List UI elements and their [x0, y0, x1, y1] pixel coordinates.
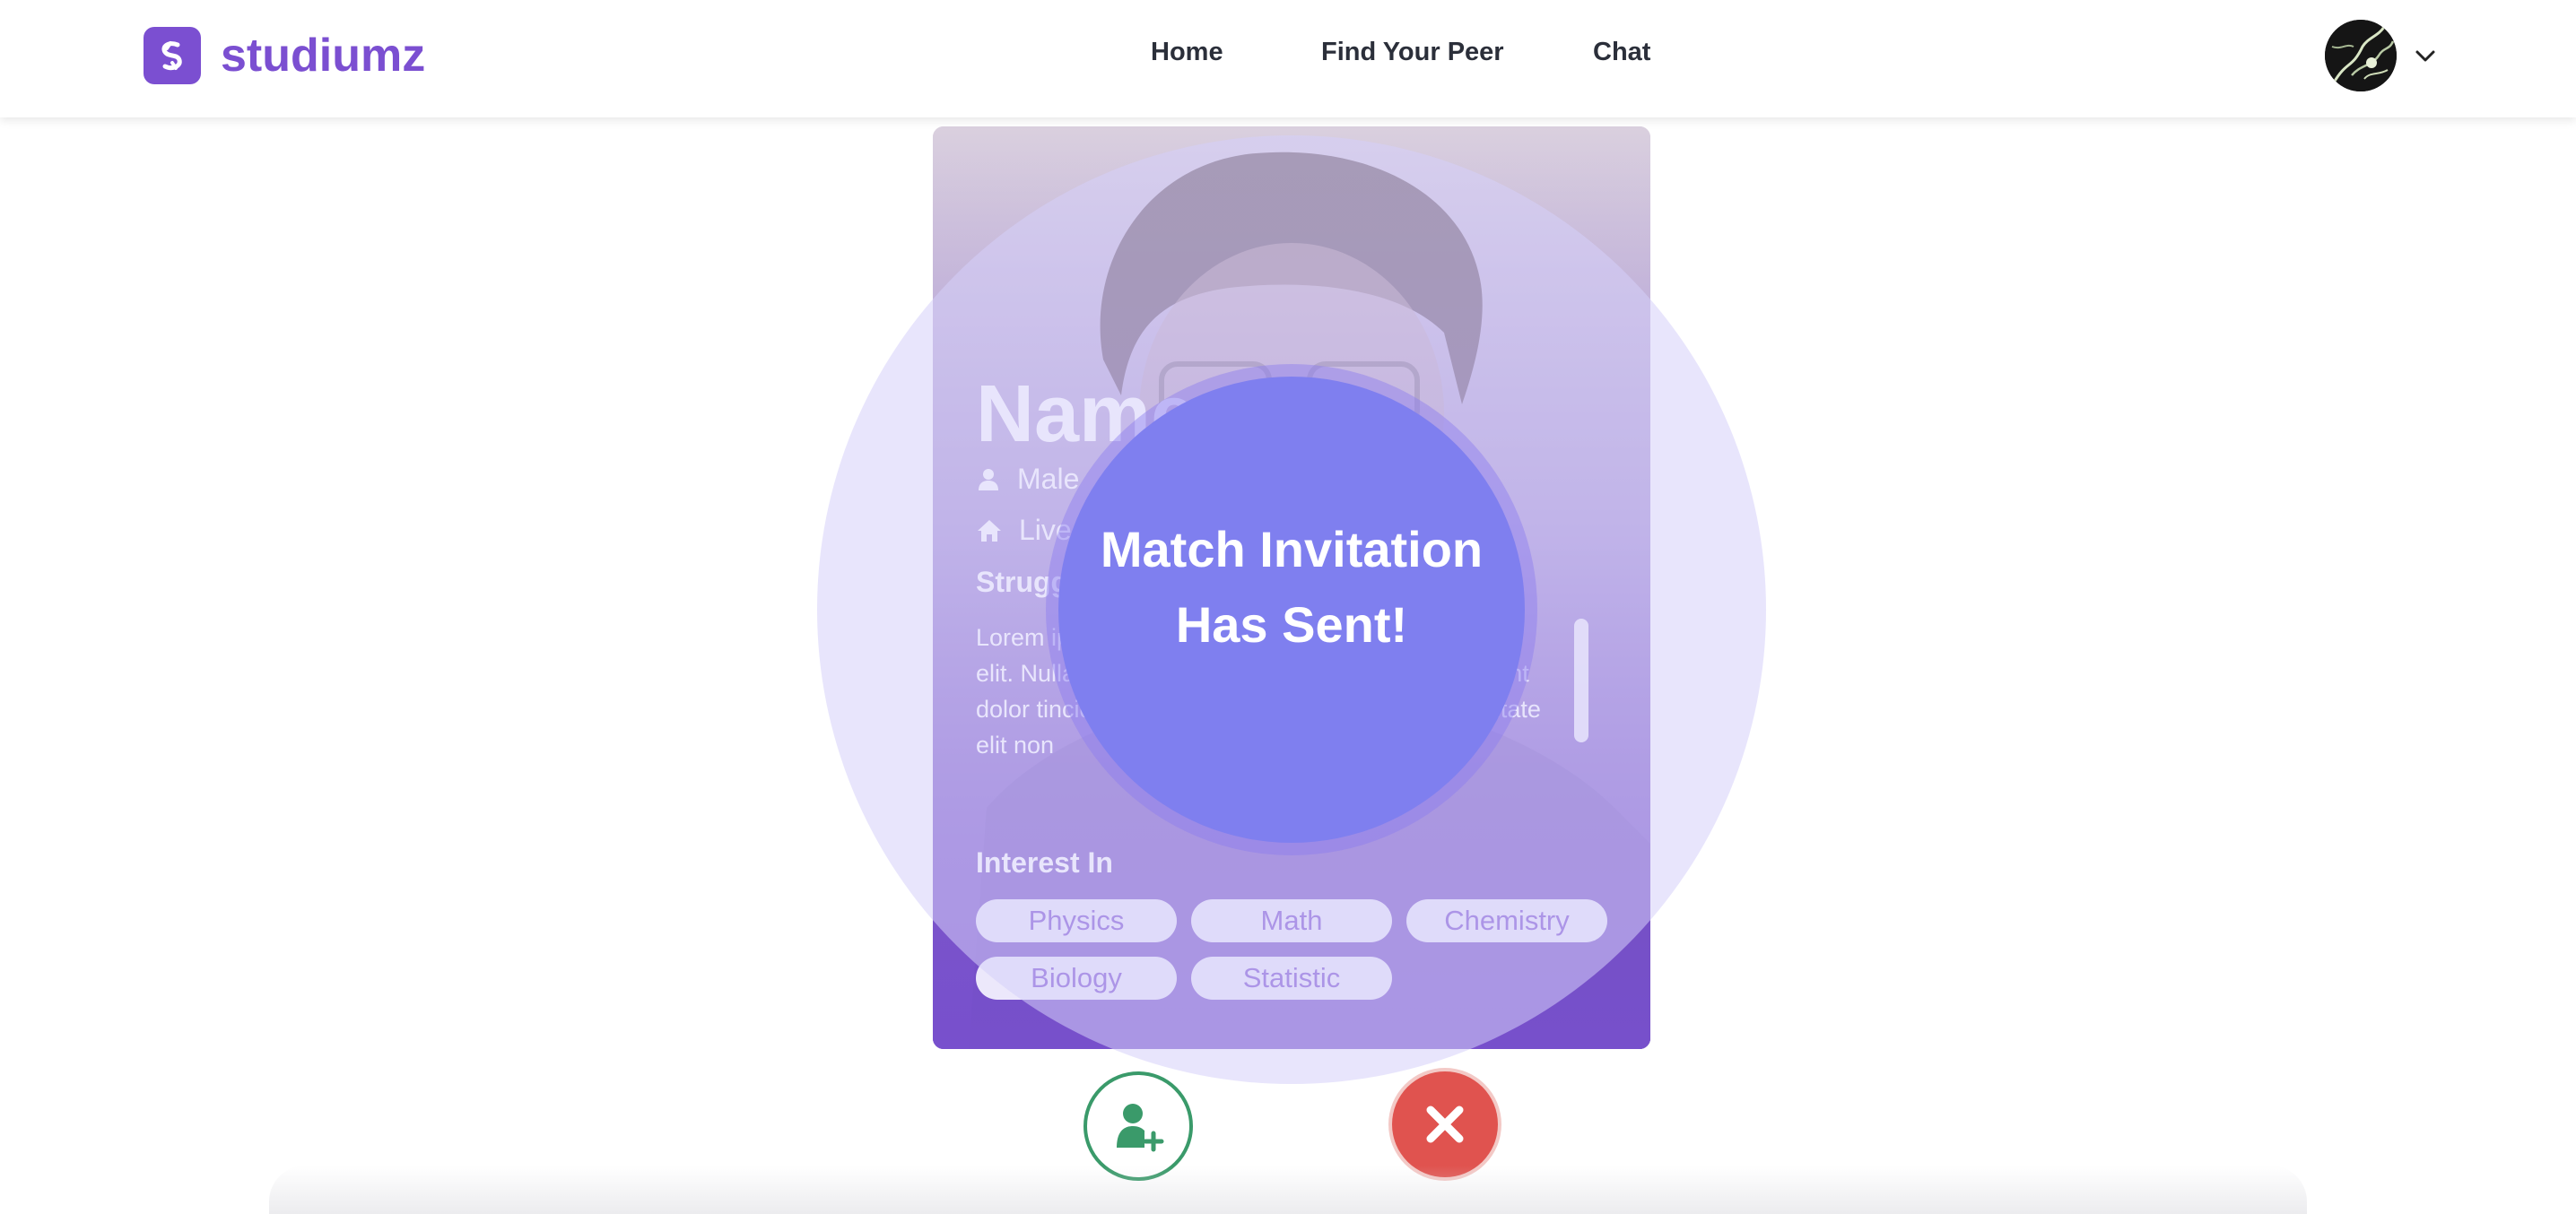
home-icon — [978, 519, 1001, 542]
chevron-down-icon[interactable] — [2413, 43, 2438, 68]
interest-chip: Statistic — [1191, 957, 1392, 1000]
reject-button[interactable] — [1392, 1071, 1498, 1177]
person-icon — [979, 468, 998, 490]
match-message-line2: Has Sent! — [1175, 596, 1408, 653]
close-icon — [1426, 1106, 1464, 1143]
nav-find-your-peer[interactable]: Find Your Peer — [1321, 38, 1504, 67]
bottom-sheet-edge — [269, 1166, 2307, 1214]
interest-chip: Biology — [976, 957, 1177, 1000]
nav-chat[interactable]: Chat — [1593, 38, 1650, 67]
top-navbar: studiumz Home Find Your Peer Chat — [0, 0, 2576, 117]
user-avatar[interactable] — [2325, 20, 2397, 91]
interest-chip: Chemistry — [1406, 899, 1607, 942]
match-message-line1: Match Invitation — [1100, 521, 1484, 577]
gender-label: Male — [1017, 463, 1080, 495]
user-plus-icon — [1117, 1104, 1164, 1152]
add-friend-button[interactable] — [1083, 1071, 1193, 1181]
bio-scrollbar[interactable] — [1574, 619, 1588, 742]
interest-chip: Physics — [976, 899, 1177, 942]
interest-chip: Math — [1191, 899, 1392, 942]
main-nav: Home Find Your Peer Chat — [0, 38, 2576, 74]
gender-row: Male — [976, 463, 1079, 496]
interest-heading: Interest In — [976, 846, 1113, 879]
nav-home[interactable]: Home — [1151, 38, 1223, 67]
match-invitation-badge: Match Invitation Has Sent! — [1058, 377, 1525, 843]
